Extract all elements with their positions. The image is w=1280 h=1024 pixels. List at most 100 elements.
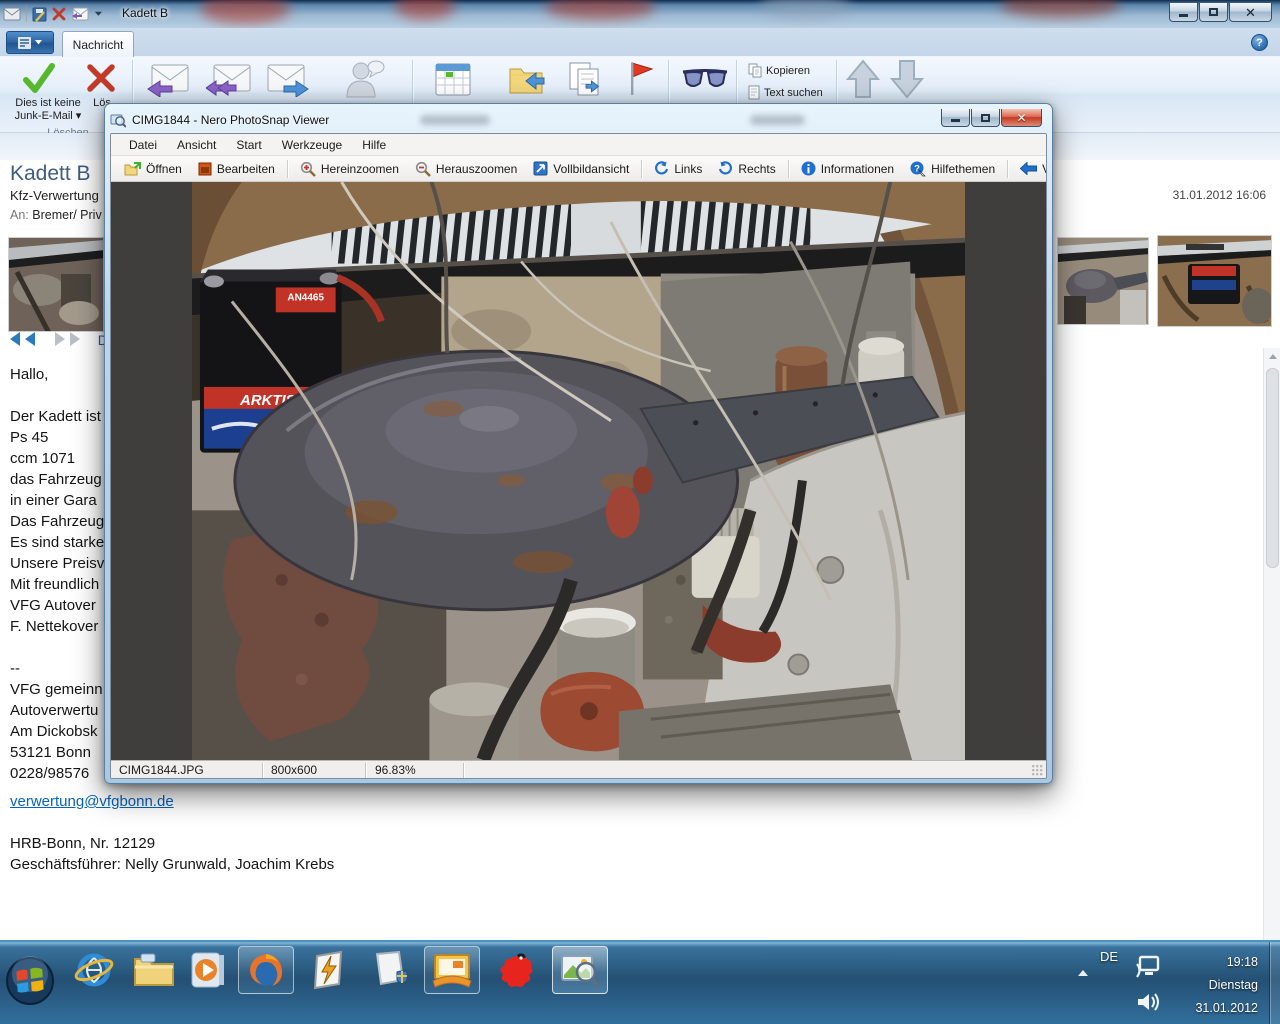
- attachment-thumbnail[interactable]: [1157, 235, 1272, 327]
- ribbon-help-icon[interactable]: ?: [1251, 34, 1268, 51]
- fullscreen-button[interactable]: Vollbildansicht: [526, 158, 636, 179]
- taskbar-clock[interactable]: 19:18 Dienstag 31.01.2012: [1195, 951, 1258, 1020]
- viewer-minimize-button[interactable]: [941, 109, 970, 127]
- sunglasses-icon[interactable]: [682, 69, 728, 91]
- tab-nachricht[interactable]: Nachricht: [62, 31, 134, 57]
- zoom-out-button[interactable]: Herauszoomen: [408, 158, 524, 180]
- previous-item-icon[interactable]: [846, 59, 880, 99]
- menu-hilfe[interactable]: Hilfe: [352, 135, 396, 155]
- minimize-button[interactable]: [1169, 3, 1198, 22]
- glass-reflection: [200, 0, 290, 24]
- scroll-up-button[interactable]: [1264, 348, 1280, 365]
- thumbnail-photo: [1058, 238, 1149, 325]
- book-shield-icon: [369, 950, 411, 990]
- move-folder-icon[interactable]: [508, 61, 548, 97]
- taskbar-item-media-player[interactable]: [184, 946, 232, 994]
- open-button[interactable]: Öffnen: [117, 159, 189, 179]
- previous-image-button[interactable]: Vorhergehendes: [1013, 159, 1046, 179]
- email-address-link[interactable]: verwertung@vfgbonn.de: [10, 791, 174, 812]
- rotate-right-button[interactable]: Rechts: [711, 158, 782, 179]
- next-item-icon[interactable]: [890, 59, 924, 99]
- toolbar-separator: [641, 160, 642, 178]
- reply-big-icon[interactable]: [146, 63, 190, 97]
- copy-button[interactable]: Kopieren: [748, 63, 810, 78]
- attachment-thumbnail[interactable]: [8, 237, 104, 332]
- taskbar-item-firefox[interactable]: [238, 946, 294, 994]
- toolbar-separator: [1007, 160, 1008, 178]
- menu-ansicht[interactable]: Ansicht: [167, 135, 226, 155]
- show-desktop-button[interactable]: [1269, 942, 1280, 1024]
- taskbar-item-explorer[interactable]: [126, 946, 182, 994]
- taskbar-item-internet-explorer[interactable]: [66, 946, 122, 994]
- previous-arrow-icon: [1020, 162, 1037, 175]
- flag-icon[interactable]: [626, 61, 658, 97]
- message-scrollbar[interactable]: [1263, 348, 1280, 940]
- attachment-thumbnail[interactable]: [1057, 237, 1149, 325]
- list-icon: [18, 37, 31, 49]
- qat-dropdown-icon[interactable]: [94, 11, 103, 17]
- forward-big-icon[interactable]: [266, 63, 310, 97]
- delete-big-icon[interactable]: [86, 63, 116, 93]
- outlook-title-bar[interactable]: Kadett B ✕: [0, 0, 1280, 28]
- reply-all-big-icon[interactable]: [206, 63, 252, 97]
- viewer-menu-bar: Datei Ansicht Start Werkzeuge Hilfe: [111, 134, 1046, 156]
- viewer-close-button[interactable]: ✕: [1001, 109, 1042, 127]
- file-menu-button[interactable]: [6, 31, 54, 54]
- not-junk-icon[interactable]: [20, 61, 58, 97]
- taskbar-item-red-lizard[interactable]: [488, 946, 544, 994]
- image-canvas[interactable]: AN4465 ARKTIS: [111, 182, 1046, 760]
- help-icon: ?: [910, 161, 926, 177]
- volume-icon[interactable]: [1136, 991, 1160, 1013]
- glass-reflection: [420, 115, 490, 125]
- zoom-in-button[interactable]: Hereinzoomen: [293, 158, 406, 180]
- taskbar-item-winamp[interactable]: [300, 946, 356, 994]
- message-to-line: An: Bremer/ Priv: [10, 208, 102, 222]
- menu-werkzeuge[interactable]: Werkzeuge: [272, 135, 352, 155]
- close-button[interactable]: ✕: [1229, 3, 1272, 22]
- delete-icon[interactable]: [52, 7, 66, 21]
- battery-model-label: AN4465: [287, 292, 324, 303]
- viewer-maximize-button[interactable]: [971, 109, 1000, 127]
- find-text-button[interactable]: Text suchen: [748, 85, 823, 100]
- edit-button[interactable]: Bearbeiten: [191, 159, 282, 179]
- start-button[interactable]: [2, 953, 58, 1009]
- network-icon[interactable]: [1136, 955, 1162, 979]
- status-divider: [262, 763, 263, 778]
- info-button[interactable]: Informationen: [794, 158, 901, 179]
- status-dimensions: 800x600: [271, 763, 317, 777]
- previous-attachment-button[interactable]: [10, 332, 35, 349]
- resize-grip[interactable]: [1032, 765, 1044, 777]
- maximize-button[interactable]: [1199, 3, 1228, 22]
- viewer-window-controls: ✕: [940, 109, 1042, 127]
- calendar-icon[interactable]: [434, 61, 472, 97]
- open-folder-icon: [124, 162, 141, 176]
- taskbar-item-documents-shield[interactable]: [362, 946, 418, 994]
- edit-icon: [198, 162, 212, 176]
- hidden-icons-button[interactable]: [1078, 965, 1088, 976]
- folder-icon: [133, 952, 175, 988]
- scrollbar-thumb[interactable]: [1266, 368, 1279, 568]
- reply-icon[interactable]: [71, 7, 89, 21]
- contact-icon[interactable]: [344, 59, 386, 99]
- help-button[interactable]: ? Hilfethemen: [903, 158, 1002, 180]
- taskbar-item-mail[interactable]: [424, 946, 480, 994]
- ribbon-tab-row: [0, 28, 1280, 57]
- message-sent-timestamp: 31.01.2012 16:06: [1173, 188, 1266, 202]
- next-attachment-button[interactable]: [55, 332, 80, 349]
- viewer-title-bar[interactable]: CIMG1844 - Nero PhotoSnap Viewer: [110, 107, 1047, 133]
- red-lizard-icon: [495, 949, 537, 991]
- menu-datei[interactable]: Datei: [119, 135, 167, 155]
- photo-viewer-icon: [559, 951, 601, 989]
- copy-pages-icon[interactable]: [566, 61, 604, 97]
- media-player-icon: [190, 951, 226, 989]
- svg-text:?: ?: [914, 163, 920, 174]
- menu-start[interactable]: Start: [226, 135, 271, 155]
- firefox-icon: [246, 950, 286, 990]
- clock-weekday: Dienstag: [1195, 974, 1258, 997]
- language-indicator[interactable]: DE: [1100, 949, 1118, 964]
- save-icon[interactable]: [32, 7, 47, 22]
- status-filename: CIMG1844.JPG: [119, 763, 204, 777]
- engine-photo-graphic: AN4465 ARKTIS: [192, 182, 965, 760]
- rotate-left-button[interactable]: Links: [647, 158, 709, 179]
- taskbar-item-photo-viewer[interactable]: [552, 946, 608, 994]
